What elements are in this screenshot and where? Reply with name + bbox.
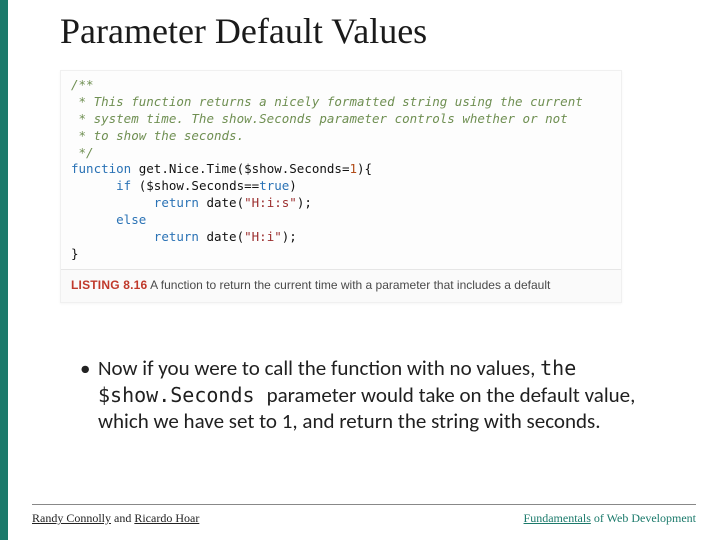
book-title-b: of Web Development	[591, 511, 696, 525]
footer-rule	[32, 504, 696, 505]
date-call: date(	[206, 195, 244, 210]
cond-op: ==	[244, 178, 259, 193]
comment-line: * This function returns a nicely formatt…	[71, 94, 583, 109]
footer-left: Randy Connolly and Ricardo Hoar	[32, 511, 199, 526]
bullet-pre: Now if you were to call the function wit…	[98, 355, 540, 381]
code-listing: /** * This function returns a nicely for…	[60, 70, 622, 303]
comment-line: * to show the seconds.	[71, 128, 244, 143]
sig-close: ){	[357, 161, 372, 176]
fn-name: get.Nice.Time	[139, 161, 237, 176]
code-block: /** * This function returns a nicely for…	[61, 77, 621, 269]
footer-right: Fundamentals of Web Development	[524, 511, 696, 526]
default-val: 1	[350, 161, 358, 176]
author-b: Ricardo Hoar	[134, 511, 199, 525]
listing-caption-text: A function to return the current time wi…	[147, 278, 550, 292]
listing-caption: LISTING 8.16 A function to return the cu…	[61, 269, 621, 302]
brace-close: }	[71, 246, 79, 261]
bullet-text: Now if you were to call the function wit…	[98, 355, 670, 436]
comment-line: */	[71, 145, 94, 160]
kw-true: true	[259, 178, 289, 193]
str-literal: "H:i"	[244, 229, 282, 244]
accent-bar	[0, 0, 8, 540]
page-title: Parameter Default Values	[60, 10, 696, 52]
bullet-list: • Now if you were to call the function w…	[80, 355, 670, 436]
param-var: $show.Seconds	[244, 161, 342, 176]
kw-return: return	[154, 195, 199, 210]
kw-function: function	[71, 161, 131, 176]
list-item: • Now if you were to call the function w…	[80, 355, 670, 436]
stmt-end: );	[282, 229, 297, 244]
kw-else: else	[116, 212, 146, 227]
cond-var: $show.Seconds	[146, 178, 244, 193]
slide: Parameter Default Values /** * This func…	[8, 0, 720, 540]
comment-line: /**	[71, 77, 94, 92]
kw-if: if	[116, 178, 131, 193]
kw-return: return	[154, 229, 199, 244]
str-literal: "H:i:s"	[244, 195, 297, 210]
comment-line: * system time. The show.Seconds paramete…	[71, 111, 568, 126]
author-a: Randy Connolly	[32, 511, 111, 525]
book-title-a: Fundamentals	[524, 511, 591, 525]
footer: Randy Connolly and Ricardo Hoar Fundamen…	[32, 504, 696, 526]
bullet-dot: •	[80, 355, 98, 436]
eq: =	[342, 161, 350, 176]
date-call: date(	[206, 229, 244, 244]
listing-label: LISTING 8.16	[71, 278, 147, 292]
paren-close: )	[289, 178, 297, 193]
stmt-end: );	[297, 195, 312, 210]
footer-and: and	[111, 511, 134, 525]
